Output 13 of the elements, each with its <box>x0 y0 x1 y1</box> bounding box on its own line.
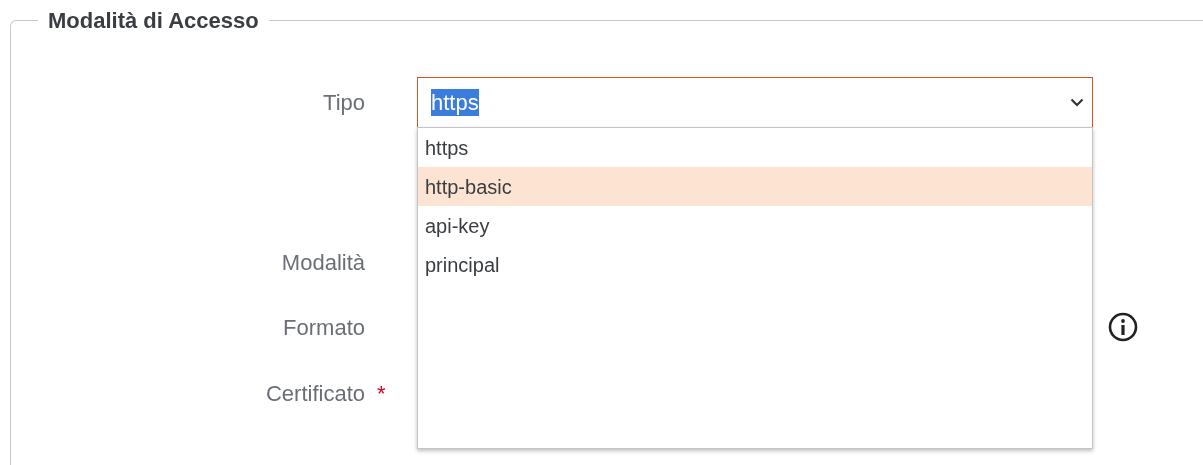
dropdown-option[interactable]: api-key <box>418 206 1092 245</box>
chevron-down-icon <box>1070 97 1084 107</box>
field-label: Formato <box>282 313 365 342</box>
dropdown-option[interactable]: principal <box>418 245 1092 284</box>
dropdown-option[interactable]: https <box>418 128 1092 167</box>
type-select[interactable]: https <box>417 76 1093 128</box>
field-label: Modalità <box>280 248 365 277</box>
select-value: https <box>431 88 479 116</box>
info-icon[interactable] <box>1107 311 1139 343</box>
dropdown-option[interactable]: http-basic <box>418 167 1092 206</box>
required-asterisk: * <box>377 380 386 406</box>
field-label: Certificato <box>264 379 365 408</box>
field-label: Tipo <box>322 88 365 117</box>
